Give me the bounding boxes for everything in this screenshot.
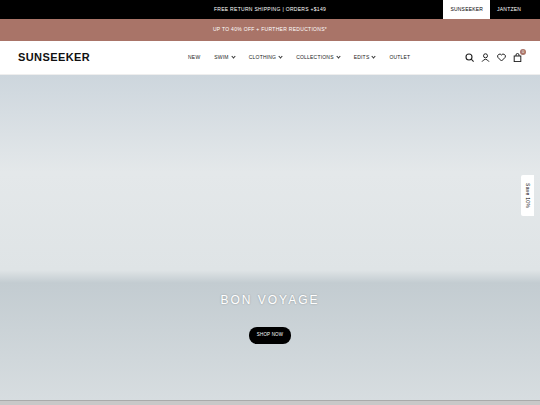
nav-item[interactable]: EDITS bbox=[354, 54, 376, 62]
search-button[interactable] bbox=[465, 53, 474, 62]
save-tab[interactable]: Save 10% bbox=[521, 175, 535, 216]
heart-icon[interactable] bbox=[497, 53, 506, 62]
heart-button[interactable] bbox=[497, 53, 506, 62]
nav-item[interactable]: OUTLET bbox=[389, 54, 410, 62]
nav-item[interactable]: SWIM bbox=[214, 54, 234, 62]
cart-badge: 0 bbox=[520, 49, 526, 55]
nav-label[interactable]: EDITS bbox=[354, 54, 370, 62]
hero-banner[interactable]: BON VOYAGE SHOP NOW Save 10% bbox=[0, 75, 540, 400]
chevron-icon[interactable] bbox=[336, 54, 340, 58]
brand-tab[interactable]: JANTZEN bbox=[490, 0, 528, 19]
search-icon[interactable] bbox=[465, 53, 474, 62]
main-nav: SUNSEEKER NEW SWIM CLOTHING COLLECTIONS EDITS… bbox=[0, 41, 540, 75]
logo[interactable]: SUNSEEKER bbox=[18, 49, 90, 66]
chevron-icon[interactable] bbox=[279, 54, 283, 58]
horizontal-scrollbar[interactable] bbox=[0, 400, 540, 405]
nav-label[interactable]: COLLECTIONS bbox=[296, 54, 334, 62]
shop-now-button[interactable]: SHOP NOW bbox=[249, 327, 292, 344]
chevron-icon[interactable] bbox=[231, 54, 235, 58]
nav-item[interactable]: CLOTHING bbox=[249, 54, 282, 62]
nav-label[interactable]: CLOTHING bbox=[249, 54, 276, 62]
nav-label[interactable]: NEW bbox=[188, 54, 200, 62]
header-icons: 0 bbox=[465, 53, 522, 62]
announcement-text: FREE RETURN SHIPPING | ORDERS +$149 bbox=[214, 6, 326, 14]
nav-label[interactable]: SWIM bbox=[214, 54, 228, 62]
promo-bar[interactable]: UP TO 40% OFF + FURTHER REDUCTIONS* bbox=[0, 19, 540, 41]
announcement-bar: FREE RETURN SHIPPING | ORDERS +$149 SUNSE… bbox=[0, 0, 540, 19]
user-icon[interactable] bbox=[481, 53, 490, 62]
user-button[interactable] bbox=[481, 53, 490, 62]
nav-label[interactable]: OUTLET bbox=[389, 54, 410, 62]
promo-text[interactable]: UP TO 40% OFF + FURTHER REDUCTIONS* bbox=[213, 26, 327, 34]
bag-button[interactable]: 0 bbox=[513, 53, 522, 62]
nav-menu: NEW SWIM CLOTHING COLLECTIONS EDITS OUTLET bbox=[188, 54, 410, 62]
nav-item[interactable]: NEW bbox=[188, 54, 200, 62]
brand-switcher: SUNSEEKERJANTZEN bbox=[443, 0, 528, 19]
hero-title: BON VOYAGE bbox=[220, 291, 319, 309]
brand-tab[interactable]: SUNSEEKER bbox=[443, 0, 490, 19]
nav-item[interactable]: COLLECTIONS bbox=[296, 54, 340, 62]
chevron-icon[interactable] bbox=[372, 54, 376, 58]
